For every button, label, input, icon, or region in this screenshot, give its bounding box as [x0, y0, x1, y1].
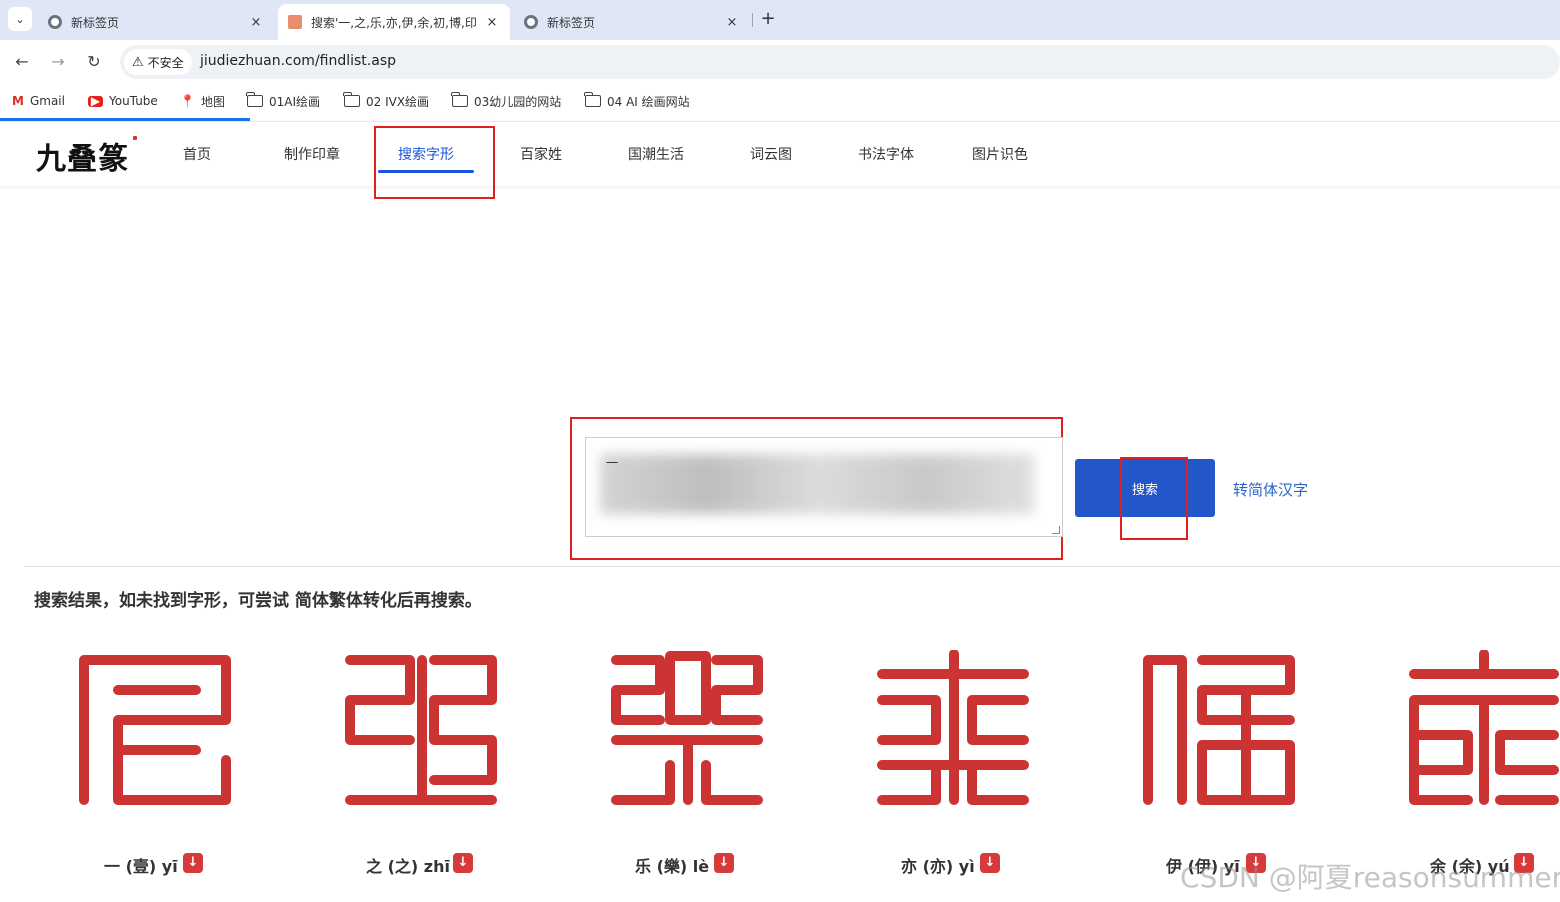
search-textarea[interactable]: 一	[585, 437, 1063, 537]
annotation-box-nav	[374, 126, 495, 199]
nav-surnames[interactable]: 百家姓	[520, 144, 562, 164]
nav-home[interactable]: 首页	[183, 144, 211, 164]
site-favicon-icon	[288, 15, 302, 29]
chrome-icon	[48, 15, 62, 29]
convert-simplified-link[interactable]: 转简体汉字	[1233, 479, 1308, 500]
result-label-3: 乐 (樂) lè	[635, 857, 710, 876]
bookmark-label: YouTube	[109, 94, 158, 108]
result-label-1: 一 (壹) yī	[104, 857, 178, 876]
folder-icon	[343, 92, 360, 107]
bookmark-folder-04[interactable]: 04 AI 绘画网站	[584, 92, 690, 110]
logo-mark	[133, 136, 137, 140]
warning-icon: ⚠	[132, 54, 144, 70]
resize-handle[interactable]	[1052, 526, 1060, 534]
close-icon[interactable]: ×	[484, 15, 500, 30]
bookmark-label: 01AI绘画	[269, 94, 321, 109]
seal-glyph-1[interactable]	[78, 650, 234, 806]
annotation-box-button	[1120, 457, 1188, 540]
maps-icon: 📍	[180, 94, 195, 108]
blurred-content	[600, 454, 1034, 514]
forward-arrow-icon[interactable]: →	[46, 50, 70, 74]
seal-glyph-4[interactable]	[876, 649, 1032, 806]
browser-toolbar: ← → ↻ ⚠ 不安全 jiudiezhuan.com/findlist.asp	[0, 40, 1560, 84]
nav-make-seal[interactable]: 制作印章	[284, 144, 340, 164]
download-icon[interactable]: ↓	[980, 853, 1000, 873]
download-icon[interactable]: ↓	[183, 853, 203, 873]
bookmark-label: 地图	[200, 94, 225, 109]
result-label-2: 之 (之) zhī	[366, 857, 450, 876]
bookmark-folder-02[interactable]: 02 IVX绘画	[343, 92, 430, 110]
nav-word-cloud[interactable]: 词云图	[750, 144, 792, 164]
folder-icon	[584, 92, 601, 107]
seal-glyph-2[interactable]	[344, 650, 500, 806]
seal-glyph-6[interactable]	[1408, 649, 1560, 806]
close-icon[interactable]: ×	[248, 15, 264, 30]
result-label-4: 亦 (亦) yì	[901, 857, 975, 876]
download-icon[interactable]: ↓	[453, 853, 473, 873]
bookmark-youtube[interactable]: ▶ YouTube	[88, 92, 158, 110]
close-icon[interactable]: ×	[724, 15, 740, 30]
security-chip[interactable]: ⚠ 不安全	[124, 49, 192, 75]
tab-new-tab-2[interactable]: 新标签页 ×	[514, 4, 750, 40]
tab-strip: ⌄ 新标签页 × 搜索'一,之,乐,亦,伊,余,初,博,印,万, × 新标签页 …	[0, 0, 1560, 40]
tab-new-tab-1[interactable]: 新标签页 ×	[38, 4, 274, 40]
bookmark-label: 02 IVX绘画	[366, 94, 430, 109]
back-arrow-icon[interactable]: ←	[10, 50, 34, 74]
reload-icon[interactable]: ↻	[82, 50, 106, 74]
tab-title: 新标签页	[71, 15, 120, 30]
tab-search-results[interactable]: 搜索'一,之,乐,亦,伊,余,初,博,印,万, ×	[278, 4, 510, 40]
nav-calligraphy-fonts[interactable]: 书法字体	[858, 144, 914, 164]
bookmark-folder-01[interactable]: 01AI绘画	[246, 92, 321, 110]
bookmark-label: Gmail	[29, 94, 65, 108]
security-label: 不安全	[147, 55, 184, 70]
seal-glyph-5[interactable]	[1142, 650, 1298, 806]
download-icon[interactable]: ↓	[714, 853, 734, 873]
new-tab-button[interactable]: +	[758, 8, 778, 30]
tab-separator	[752, 13, 753, 27]
tab-search-button[interactable]: ⌄	[8, 7, 32, 31]
bookmark-gmail[interactable]: M Gmail	[12, 92, 65, 110]
bookmark-maps[interactable]: 📍 地图	[180, 92, 225, 110]
address-bar[interactable]: ⚠ 不安全 jiudiezhuan.com/findlist.asp	[120, 45, 1560, 79]
tab-title: 搜索'一,之,乐,亦,伊,余,初,博,印,万,	[311, 15, 478, 30]
site-header: 九叠篆 首页 制作印章 搜索字形 百家姓 国潮生活 词云图 书法字体 图片识色	[0, 121, 1560, 186]
bookmarks-bar: M Gmail ▶ YouTube 📍 地图 01AI绘画 02 IVX绘画 0…	[0, 84, 1560, 118]
chrome-icon	[524, 15, 538, 29]
section-divider	[24, 566, 1560, 567]
youtube-icon: ▶	[88, 95, 103, 107]
bookmark-folder-03[interactable]: 03幼儿园的网站	[451, 92, 562, 110]
folder-icon	[451, 92, 468, 107]
csdn-watermark: CSDN @阿夏reasonsummer	[1180, 861, 1560, 894]
folder-icon	[246, 92, 263, 107]
bookmark-label: 03幼儿园的网站	[474, 94, 562, 109]
result-note: 搜索结果，如未找到字形，可尝试 简体繁体转化后再搜索。	[34, 591, 482, 611]
seal-glyph-3[interactable]	[610, 650, 766, 806]
url-text[interactable]: jiudiezhuan.com/findlist.asp	[200, 53, 396, 69]
tab-title: 新标签页	[547, 15, 596, 30]
nav-image-color[interactable]: 图片识色	[972, 144, 1028, 164]
nav-guochao[interactable]: 国潮生活	[628, 144, 684, 164]
bookmark-label: 04 AI 绘画网站	[607, 94, 690, 109]
site-logo[interactable]: 九叠篆	[36, 134, 129, 178]
gmail-icon: M	[12, 94, 24, 108]
textarea-text: 一	[606, 456, 621, 470]
